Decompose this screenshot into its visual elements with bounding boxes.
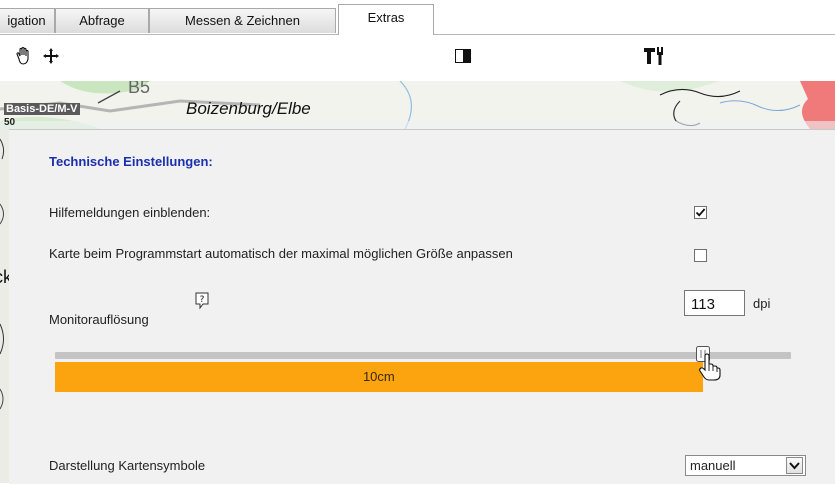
resolution-slider-track[interactable] bbox=[55, 352, 791, 359]
map-layer-label: Basis-DE/M-V bbox=[4, 103, 80, 115]
chevron-down-icon[interactable] bbox=[786, 457, 803, 474]
toolbar bbox=[0, 35, 835, 81]
map-road-label: B5 bbox=[128, 81, 151, 97]
map-edge: ck bbox=[0, 129, 9, 483]
tab-bar: igation Abfrage Messen & Zeichnen Extras bbox=[0, 0, 835, 35]
show-help-checkbox[interactable] bbox=[694, 206, 707, 219]
hand-pointer-icon bbox=[698, 353, 721, 381]
slider-measure-label: 10cm bbox=[362, 369, 395, 384]
map-scale-fragment: 50 bbox=[4, 117, 16, 128]
help-icon[interactable]: ? bbox=[195, 292, 209, 310]
map-symbols-select-value: manuell bbox=[690, 458, 736, 473]
map-partial-label: ck bbox=[0, 267, 9, 287]
auto-resize-checkbox[interactable] bbox=[694, 249, 707, 262]
move-arrows-icon[interactable] bbox=[40, 44, 62, 68]
tools-icon[interactable] bbox=[642, 44, 666, 68]
map-symbols-select[interactable]: manuell bbox=[685, 455, 806, 476]
checkmark-icon bbox=[695, 208, 706, 217]
auto-resize-label: Karte beim Programmstart automatisch der… bbox=[49, 246, 513, 261]
dpi-unit-label: dpi bbox=[753, 296, 771, 311]
half-filled-square-icon[interactable] bbox=[454, 44, 472, 68]
show-help-label: Hilfemeldungen einblenden: bbox=[49, 205, 211, 220]
dpi-input[interactable] bbox=[684, 290, 745, 316]
svg-text:?: ? bbox=[200, 295, 205, 305]
map-city-label: Boizenburg/Elbe bbox=[186, 99, 311, 118]
monitor-resolution-label: Monitorauflösung bbox=[49, 312, 149, 327]
tab-extras[interactable]: Extras bbox=[338, 4, 434, 35]
resolution-slider-fill: 10cm bbox=[55, 362, 703, 392]
panel-title: Technische Einstellungen: bbox=[49, 154, 213, 169]
tab-navigation[interactable]: igation bbox=[0, 8, 55, 33]
tab-abfrage[interactable]: Abfrage bbox=[55, 8, 149, 33]
pan-hand-icon[interactable] bbox=[12, 44, 36, 68]
settings-panel: Technische Einstellungen: Hilfemeldungen… bbox=[9, 129, 835, 484]
map-symbols-label: Darstellung Kartensymbole bbox=[49, 458, 206, 473]
tab-messen-zeichnen[interactable]: Messen & Zeichnen bbox=[149, 8, 336, 33]
map-view[interactable]: B5 Boizenburg/Elbe Basis-DE/M-V 50 bbox=[0, 81, 835, 129]
